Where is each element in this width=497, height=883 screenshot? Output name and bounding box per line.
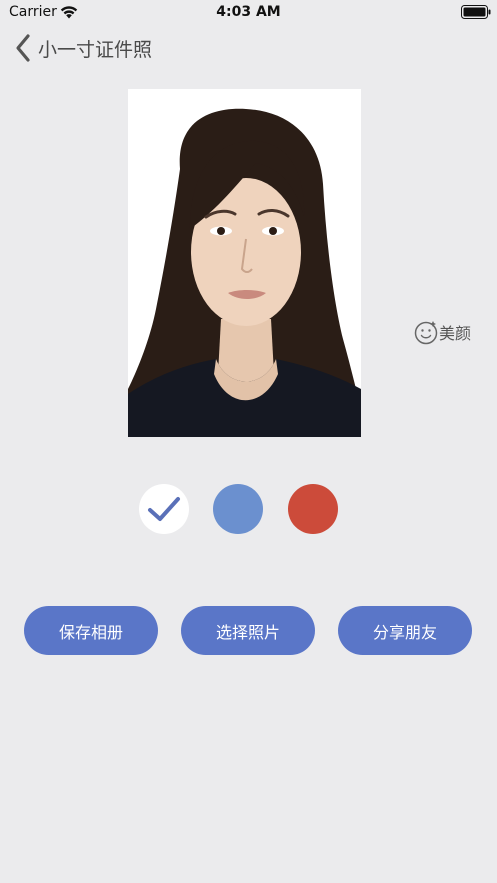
swatch-red[interactable] bbox=[288, 484, 338, 534]
clock: 4:03 AM bbox=[216, 4, 281, 20]
beauty-label: 美颜 bbox=[439, 324, 472, 343]
share-friends-button[interactable]: 分享朋友 bbox=[338, 606, 472, 655]
status-bar: Carrier 4:03 AM bbox=[0, 0, 497, 26]
save-to-album-button[interactable]: 保存相册 bbox=[24, 606, 158, 655]
chevron-left-icon bbox=[16, 34, 30, 62]
select-photo-button[interactable]: 选择照片 bbox=[181, 606, 315, 655]
swatch-blue[interactable] bbox=[213, 484, 263, 534]
beauty-button[interactable]: 美颜 bbox=[413, 318, 471, 346]
smiley-face-icon bbox=[414, 321, 438, 345]
id-photo bbox=[128, 89, 361, 437]
screen: Carrier 4:03 AM 小一寸证件照 美颜 保存相册 选择照片 分享朋友 bbox=[0, 0, 497, 883]
portrait-image bbox=[128, 89, 361, 437]
checkmark-icon bbox=[148, 497, 180, 521]
page-title: 小一寸证件照 bbox=[38, 38, 153, 61]
swatch-white[interactable] bbox=[139, 484, 189, 534]
battery-icon bbox=[461, 5, 491, 19]
back-button[interactable]: 小一寸证件照 bbox=[14, 30, 152, 66]
